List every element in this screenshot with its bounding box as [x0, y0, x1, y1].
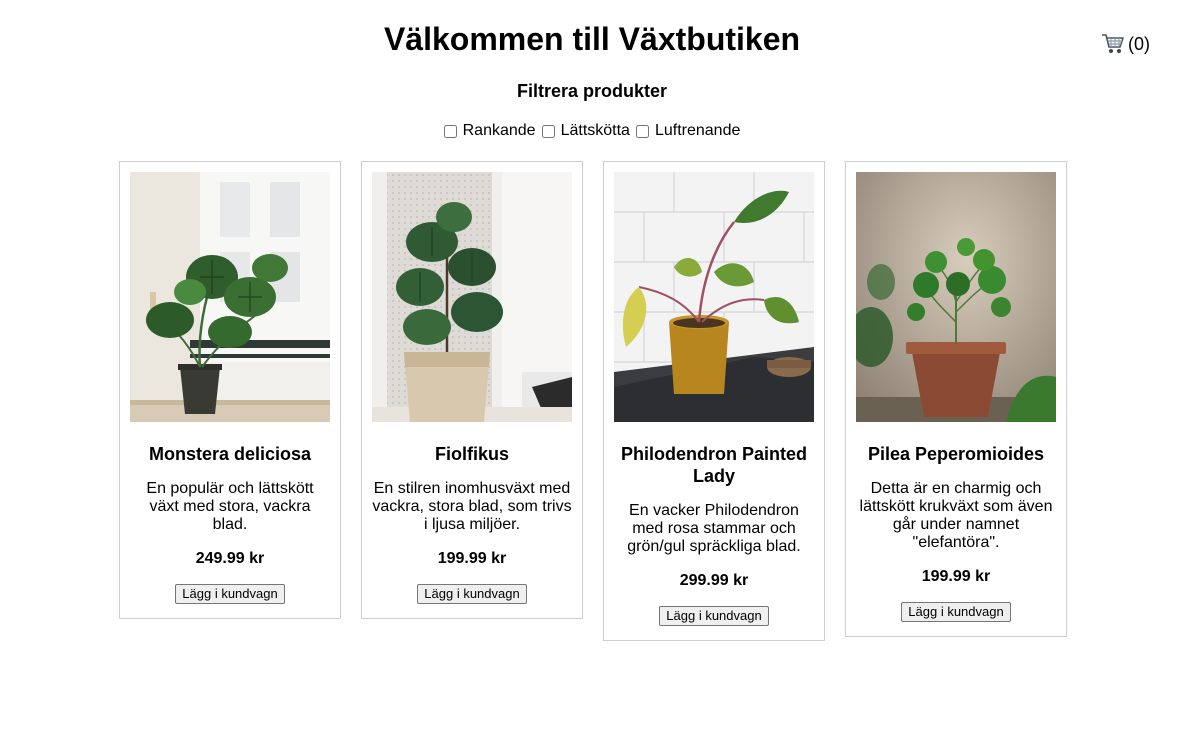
page: Välkommen till Växtbutiken (0) Filtrera …: [0, 0, 1184, 744]
product-card: Pilea Peperomioides Detta är en charmig …: [845, 161, 1067, 637]
filter-checkbox-rankande[interactable]: [443, 124, 457, 138]
add-to-cart-button[interactable]: Lägg i kundvagn: [901, 602, 1011, 622]
filter-label: Rankande: [462, 122, 536, 139]
product-card: Monstera deliciosa En populär och lättsk…: [119, 161, 341, 619]
page-title: Välkommen till Växtbutiken: [383, 21, 801, 57]
filter-option-luftrenande[interactable]: Luftrenande: [635, 121, 741, 141]
filter-option-lattskotta[interactable]: Lättskötta: [541, 121, 630, 141]
product-name: Monstera deliciosa: [148, 444, 312, 464]
product-name: Fiolfikus: [434, 444, 509, 464]
product-image-fiolfikus: [372, 172, 572, 422]
product-image-monstera: [130, 172, 330, 422]
filter-checkbox-luftrenande[interactable]: [635, 124, 649, 138]
product-card: Fiolfikus En stilren inomhusväxt med vac…: [361, 161, 583, 619]
filter-option-rankande[interactable]: Rankande: [443, 121, 536, 141]
product-description: En stilren inomhusväxt med vackra, stora…: [372, 480, 572, 533]
product-description: Detta är en charmig och lättskött krukvä…: [859, 480, 1053, 551]
product-image-philodendron: [614, 172, 814, 422]
shopping-cart-icon: [1101, 33, 1125, 55]
product-card: Philodendron Painted Lady En vacker Phil…: [603, 161, 825, 641]
add-to-cart-button[interactable]: Lägg i kundvagn: [659, 606, 769, 626]
product-price: 299.99 kr: [679, 572, 749, 589]
add-to-cart-button[interactable]: Lägg i kundvagn: [417, 584, 527, 604]
cart-button[interactable]: (0): [1101, 33, 1150, 55]
filter-label: Luftrenande: [654, 122, 741, 139]
filter-checkbox-lattskotta[interactable]: [541, 124, 555, 138]
product-list: Monstera deliciosa En populär och lättsk…: [119, 161, 1067, 641]
product-price: 199.99 kr: [437, 550, 507, 567]
add-to-cart-button[interactable]: Lägg i kundvagn: [175, 584, 285, 604]
product-description: En populär och lättskött växt med stora,…: [146, 480, 314, 533]
product-price: 199.99 kr: [921, 568, 991, 585]
filter-label: Lättskötta: [560, 122, 630, 139]
product-image-pilea: [856, 172, 1056, 422]
cart-count: (0): [1128, 34, 1150, 54]
product-name: Pilea Peperomioides: [867, 444, 1045, 464]
filter-options: Rankande Lättskötta Luftrenande: [0, 121, 1184, 141]
product-name: Philodendron Painted Lady: [620, 444, 807, 486]
product-price: 249.99 kr: [195, 550, 265, 567]
filter-heading: Filtrera produkter: [516, 81, 668, 101]
product-description: En vacker Philodendron med rosa stammar …: [627, 502, 801, 555]
